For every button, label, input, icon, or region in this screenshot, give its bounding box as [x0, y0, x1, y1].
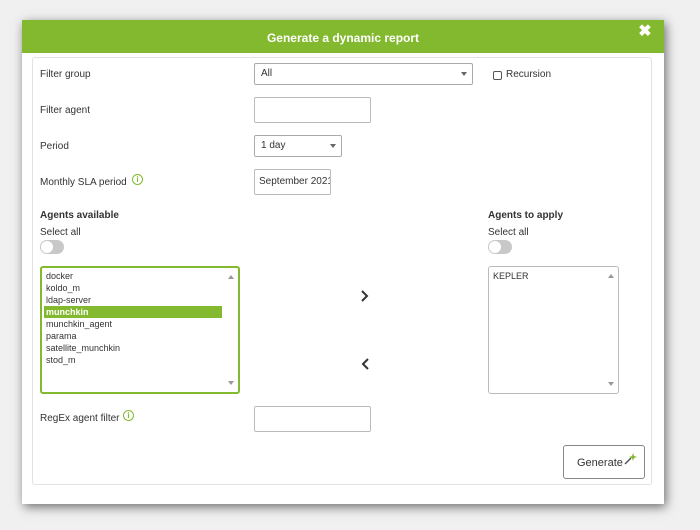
scroll-up-icon[interactable] [608, 274, 614, 278]
list-item[interactable]: satellite_munchkin [44, 342, 222, 354]
chevron-right-icon [361, 290, 369, 302]
agents-to-apply-title: Agents to apply [488, 210, 564, 221]
filter-group-label: Filter group [40, 69, 91, 80]
scrollbar[interactable] [605, 268, 617, 392]
agents-available-title: Agents available [40, 210, 119, 221]
list-item[interactable]: parama [44, 330, 222, 342]
list-item[interactable]: stod_m [44, 354, 222, 366]
list-item[interactable]: KEPLER [491, 270, 602, 282]
dialog-title: Generate a dynamic report [266, 31, 420, 45]
period-label: Period [40, 141, 69, 152]
info-icon[interactable]: i [132, 174, 143, 185]
move-right-button[interactable] [358, 289, 372, 303]
generate-label: Generate [577, 457, 623, 469]
list-item[interactable]: docker [44, 270, 222, 282]
agents-to-apply-list[interactable]: KEPLER [488, 266, 619, 394]
agents-available-select-all-toggle[interactable] [40, 240, 64, 254]
list-item[interactable]: munchkin [44, 306, 222, 318]
period-value: 1 day [261, 140, 286, 151]
dialog-content: Filter group All Recursion Filter agent … [32, 57, 652, 485]
chevron-down-icon [461, 72, 467, 76]
chevron-down-icon [330, 144, 336, 148]
report-dialog: Generate a dynamic report ✖ Filter group… [22, 20, 664, 504]
monthly-sla-input[interactable]: September 2021 [254, 169, 331, 195]
list-item[interactable]: munchkin_agent [44, 318, 222, 330]
close-icon[interactable]: ✖ [638, 24, 652, 40]
agents-to-apply-select-all-toggle[interactable] [488, 240, 512, 254]
regex-filter-input[interactable] [254, 406, 371, 432]
agents-available-select-all-label: Select all [40, 227, 81, 238]
chevron-left-icon [361, 358, 369, 370]
list-item[interactable]: koldo_m [44, 282, 222, 294]
recursion-checkbox[interactable] [493, 71, 502, 80]
period-select[interactable]: 1 day [254, 135, 342, 157]
filter-agent-input[interactable] [254, 97, 371, 123]
magic-wand-icon [624, 453, 637, 465]
monthly-sla-label: Monthly SLA period [40, 177, 127, 188]
filter-agent-label: Filter agent [40, 105, 91, 116]
filter-group-value: All [261, 68, 273, 79]
regex-filter-label: RegEx agent filter [40, 413, 120, 424]
move-left-button[interactable] [358, 357, 372, 371]
list-item[interactable]: ldap-server [44, 294, 222, 306]
recursion-label: Recursion [506, 69, 552, 80]
dialog-titlebar: Generate a dynamic report ✖ [22, 20, 664, 53]
agents-available-list[interactable]: docker koldo_m ldap-server munchkin munchkin… [40, 266, 240, 394]
scroll-up-icon[interactable] [228, 275, 234, 279]
filter-group-select[interactable]: All [254, 63, 473, 85]
generate-button[interactable]: Generate [563, 445, 645, 479]
agents-to-apply-items: KEPLER [491, 270, 602, 282]
scroll-down-icon[interactable] [608, 382, 614, 386]
scrollbar[interactable] [225, 269, 237, 391]
info-icon[interactable]: i [123, 410, 134, 421]
scroll-down-icon[interactable] [228, 381, 234, 385]
agents-to-apply-select-all-label: Select all [488, 227, 529, 238]
agents-available-items: docker koldo_m ldap-server munchkin munchkin… [44, 270, 222, 366]
